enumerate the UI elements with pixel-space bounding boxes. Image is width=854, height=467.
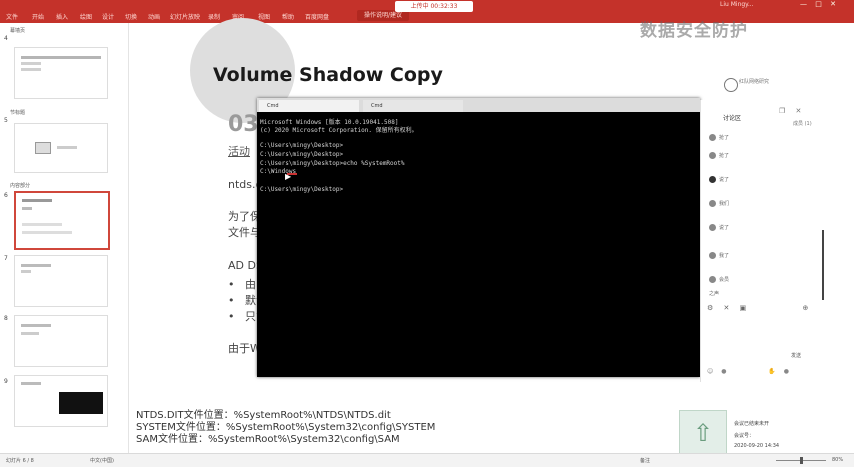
slide-counter: 幻灯片 6 / 8 — [6, 458, 34, 464]
panel-icons[interactable]: ❐ ✕ — [779, 107, 801, 115]
ribbon-tab-home[interactable]: 开始 — [32, 12, 44, 21]
chat-scrollbar[interactable] — [822, 230, 824, 300]
emoji-icon[interactable]: ☺ — [707, 368, 713, 375]
ribbon-tab-baidu[interactable]: 百度网盘 — [305, 12, 329, 21]
ribbon-tab-help[interactable]: 帮助 — [282, 12, 294, 21]
chat-message: 抢了 — [719, 153, 730, 159]
discussion-header: 讨论区 — [723, 115, 742, 122]
slide-thumbnail-active[interactable] — [14, 191, 110, 250]
notes-button[interactable]: 备注 — [640, 457, 650, 464]
terminal-window[interactable]: Cmd Cmd Microsoft Windows [版本 10.0.19041… — [257, 98, 700, 377]
section-subtitle: 活动 — [228, 145, 250, 158]
user-avatar — [709, 200, 716, 207]
screen-icon[interactable]: ▣ — [740, 304, 747, 312]
terminal-line: C:\Users\mingy\Desktop> — [260, 186, 344, 193]
language-indicator[interactable]: 中文(中国) — [90, 457, 114, 464]
section-label: 幕墙页 — [10, 28, 26, 34]
terminal-tab[interactable]: Cmd — [363, 100, 463, 112]
terminal-line: (c) 2020 Microsoft Corporation. 保留所有权利。 — [260, 127, 418, 134]
user-avatar — [709, 176, 716, 183]
send-button[interactable]: 发送 — [791, 352, 801, 359]
close-icon[interactable]: ✕ — [830, 0, 836, 8]
mic-icon[interactable]: ● — [721, 368, 726, 375]
settings-icon[interactable]: ⚙ — [707, 304, 713, 312]
ribbon-tab-slideshow[interactable]: 幻灯片放映 — [170, 12, 200, 21]
window-controls[interactable]: — □ ✕ — [800, 0, 854, 10]
watermark: 数据安全防护 — [640, 21, 748, 41]
slide-number: 4 — [4, 35, 8, 42]
hand-icon[interactable]: ✋ — [768, 368, 775, 375]
slide-title: Volume Shadow Copy — [213, 64, 443, 86]
status-bar: 幻灯片 6 / 8 中文(中国) 备注 80% — [0, 453, 854, 467]
zoom-slider-knob[interactable] — [800, 457, 803, 464]
ribbon-tab-draw[interactable]: 绘图 — [80, 12, 92, 21]
meeting-info: 2020-09-20 14:34 — [734, 443, 780, 449]
meeting-info: 会议已结束未开 — [734, 421, 770, 427]
mic-icon[interactable]: ● — [784, 368, 789, 375]
copy-icon[interactable]: ❐ — [779, 107, 785, 115]
recording-badge: 上传中 00:32:33 — [395, 1, 473, 12]
slide-thumbnail-pane[interactable]: 4 幕墙页 节标题 5 内容部分 6 7 8 9 — [0, 23, 129, 453]
slide-thumbnail[interactable] — [14, 255, 108, 307]
terminal-tab-bar: Cmd Cmd — [257, 98, 700, 112]
member-count[interactable]: 成员 (1) — [793, 120, 812, 127]
logo-text: 红队网络研究 — [739, 79, 770, 85]
slide-number: 8 — [4, 315, 8, 322]
slide-number: 6 — [4, 192, 8, 199]
chat-message: 会员 — [719, 277, 730, 283]
terminal-tab[interactable]: Cmd — [259, 100, 359, 112]
section-label: 内容部分 — [10, 183, 31, 189]
ribbon-tab-view[interactable]: 视图 — [258, 12, 270, 21]
maximize-icon[interactable]: □ — [815, 0, 822, 8]
terminal-line: C:\Users\mingy\Desktop>echo %SystemRoot% — [260, 160, 405, 167]
minimize-icon[interactable]: — — [800, 0, 807, 8]
zoom-level[interactable]: 80% — [832, 457, 843, 463]
body-text: 由于W — [228, 342, 261, 355]
org-logo-icon — [724, 78, 738, 92]
chat-toolbar[interactable]: ⚙ ✕ ▣ ⊕ — [707, 304, 808, 312]
chat-message: 说了 — [719, 225, 730, 231]
ribbon-tab-record[interactable]: 录制 — [208, 12, 220, 21]
ribbon-tab-design[interactable]: 设计 — [102, 12, 114, 21]
ribbon-tab-animations[interactable]: 动画 — [148, 12, 160, 21]
file-location-line: SAM文件位置：%SystemRoot%\System32\config\SAM — [136, 434, 400, 445]
slide-number: 9 — [4, 378, 8, 385]
chat-message: 之声 — [709, 291, 720, 297]
user-avatar — [709, 276, 716, 283]
terminal-line: C:\Users\mingy\Desktop> — [260, 142, 344, 149]
user-avatar — [709, 224, 716, 231]
chat-message: 我了 — [719, 253, 730, 259]
arrow-up-icon[interactable]: ⇧ — [679, 410, 727, 458]
user-avatar — [709, 134, 716, 141]
ribbon-tab-transitions[interactable]: 切换 — [125, 12, 137, 21]
slide-thumbnail[interactable] — [14, 47, 108, 99]
user-avatar — [709, 252, 716, 259]
chat-message: 我们 — [719, 201, 730, 207]
account-name[interactable]: Liu Mingy... — [720, 1, 754, 8]
slide-number: 5 — [4, 117, 8, 124]
chat-message: 说了 — [719, 177, 730, 183]
section-label: 节标题 — [10, 110, 26, 116]
meeting-info: 会议号： — [734, 433, 755, 439]
mouse-cursor-icon: ▶ — [285, 172, 292, 181]
bullet-item: • 由 — [228, 278, 256, 291]
ribbon-tab-insert[interactable]: 插入 — [56, 12, 68, 21]
chat-message: 抢了 — [719, 135, 730, 141]
chat-input-tools[interactable]: ☺ ● ✋ ● — [707, 368, 789, 375]
close-icon[interactable]: ✕ — [796, 107, 802, 115]
discussion-panel[interactable]: 讨论区 ❐ ✕ 成员 (1) 抢了 抢了 说了 我们 说了 我了 会员 之声 ⚙… — [700, 100, 827, 382]
slide-thumbnail[interactable] — [14, 375, 108, 427]
add-icon[interactable]: ⊕ — [802, 304, 808, 312]
terminal-line: C:\Users\mingy\Desktop> — [260, 151, 344, 158]
ribbon-tab-file[interactable]: 文件 — [6, 12, 18, 21]
user-avatar — [709, 152, 716, 159]
section-number: 03 — [228, 112, 259, 137]
slide-thumbnail[interactable] — [14, 315, 108, 367]
slide-thumbnail[interactable] — [14, 123, 108, 173]
slide-number: 7 — [4, 255, 8, 262]
close-icon[interactable]: ✕ — [724, 304, 730, 312]
